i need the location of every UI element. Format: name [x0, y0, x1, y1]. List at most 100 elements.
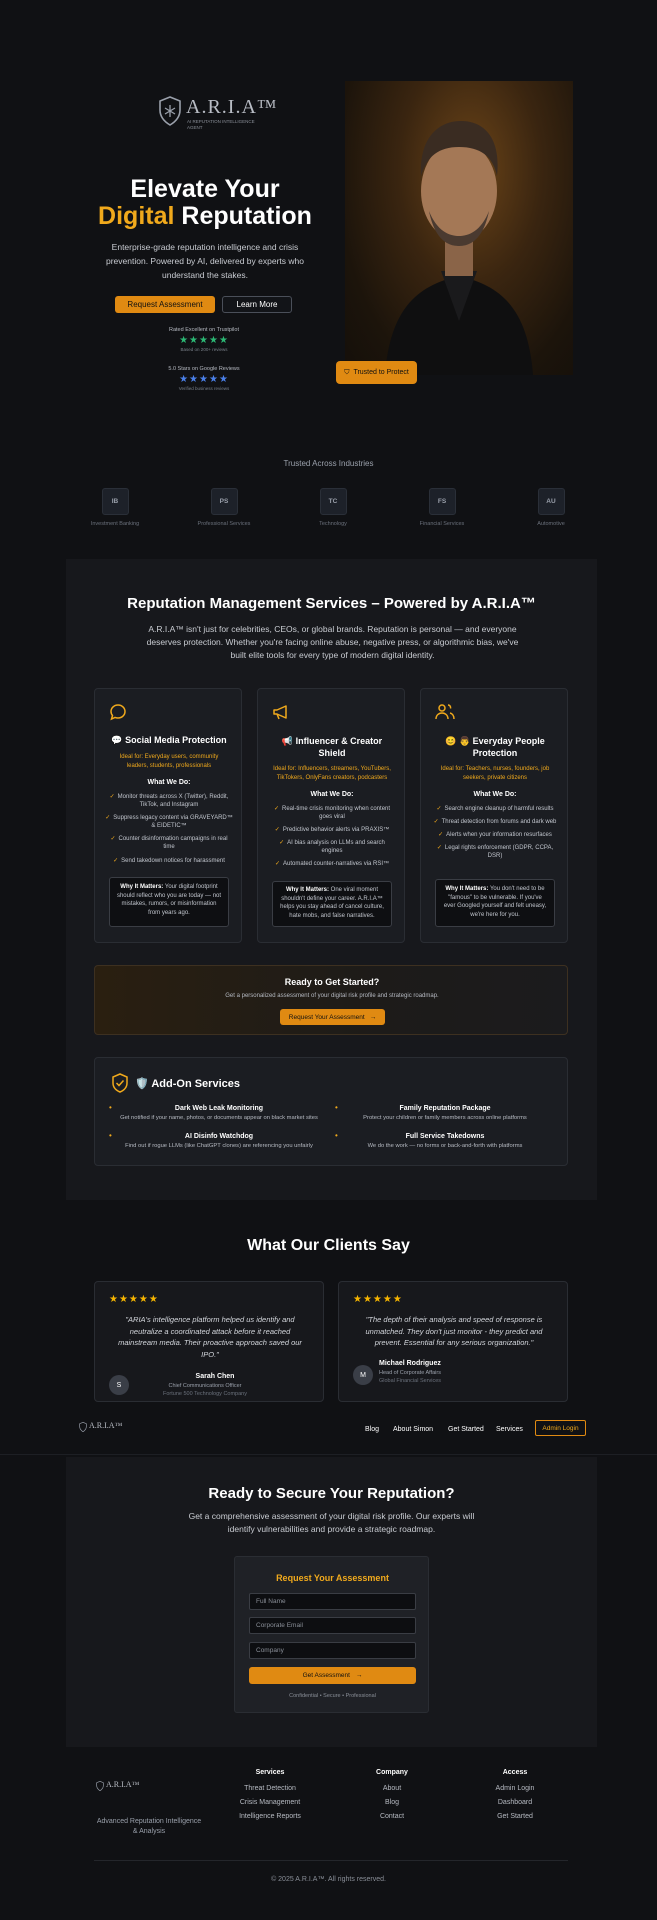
avatar: S — [109, 1375, 129, 1395]
services-title: Reputation Management Services – Powered… — [127, 595, 536, 612]
shield-logo-icon — [96, 1781, 104, 1791]
learn-more-button[interactable]: Learn More — [222, 296, 292, 313]
footer-tagline: Advanced Reputation Intelligence & Analy… — [96, 1818, 202, 1835]
navbar-logo-text: A.R.I.A™ — [89, 1421, 123, 1430]
nav-link-blog[interactable]: Blog — [365, 1426, 379, 1433]
addon-services: 🛡️ Add-On Services • Dark Web Leak Monit… — [94, 1057, 568, 1166]
corporate-email-input[interactable]: Corporate Email — [249, 1617, 416, 1634]
industry-label: Financial Services — [419, 521, 465, 527]
company-input[interactable]: Company — [249, 1642, 416, 1659]
nav-link-services[interactable]: Services — [496, 1426, 523, 1433]
megaphone-icon — [273, 705, 287, 720]
admin-login-button[interactable]: Admin Login — [535, 1420, 586, 1436]
hero-title-gold: Digital — [98, 202, 175, 230]
why-box: Why It Matters: Your digital footprint s… — [109, 877, 229, 927]
arrow-right-icon: → — [355, 1672, 363, 1679]
industry-badge: TC — [319, 488, 347, 515]
footer-link[interactable]: Admin Login — [475, 1785, 555, 1792]
trusted-badge-label: Trusted to Protect — [353, 369, 409, 376]
get-assessment-button[interactable]: Get Assessment → — [249, 1667, 416, 1684]
testimonials-title: What Our Clients Say — [247, 1237, 410, 1254]
testimonial-quote: "The depth of their analysis and speed o… — [365, 1315, 543, 1347]
reviewer-role: Chief Communications Officer — [168, 1383, 242, 1389]
card-ideal: Ideal for: Everyday users, community lea… — [119, 754, 219, 769]
google-rating: 5.0 Stars on Google Reviews ★★★★★ Verifi… — [145, 366, 263, 391]
industry-badge: IB — [101, 488, 129, 515]
bullet-icon: • — [109, 1131, 112, 1140]
footer-link[interactable]: Get Started — [475, 1813, 555, 1820]
reviewer-role: Head of Corporate Affairs — [379, 1370, 441, 1376]
footer-col-services: Services Threat Detection Crisis Managem… — [230, 1769, 310, 1820]
rating-stars: ★★★★★ — [353, 1294, 403, 1305]
get-started-cta: Ready to Get Started? Get a personalized… — [94, 965, 568, 1035]
footer-logo[interactable]: A.R.I.A™ — [96, 1780, 146, 1797]
arrow-right-icon: → — [369, 1013, 377, 1021]
google-stars: ★★★★★ — [179, 374, 229, 385]
list-item: ✓ Automated counter-narratives via RSI™ — [274, 861, 390, 868]
testimonial-quote: "ARIA's intelligence platform helped us … — [118, 1315, 302, 1359]
testimonial-card: ★★★★★ "ARIA's intelligence platform help… — [94, 1281, 324, 1402]
footer-link[interactable]: Contact — [352, 1813, 432, 1820]
logo-tagline: AI REPUTATION INTELLIGENCE AGENT — [187, 119, 255, 130]
trustpilot-rating: Rated Excellent on Trustpilot ★★★★★ Base… — [145, 327, 263, 352]
bullet-icon: • — [335, 1103, 338, 1112]
trusted-badge: ⛉ Trusted to Protect — [336, 361, 417, 384]
google-label: 5.0 Stars on Google Reviews — [168, 366, 240, 372]
avatar: M — [353, 1365, 373, 1385]
shield-check-icon — [112, 1073, 128, 1093]
request-your-assessment-button[interactable]: Request Your Assessment → — [280, 1009, 385, 1025]
reviewer-company: Fortune 500 Technology Company — [163, 1391, 247, 1397]
industry-item: PS Professional Services — [184, 488, 264, 533]
industry-item: FS Financial Services — [402, 488, 482, 533]
footer-divider — [94, 1860, 568, 1861]
addon-item: • Family Reputation Package Protect your… — [335, 1103, 527, 1121]
footer-link[interactable]: Dashboard — [475, 1799, 555, 1806]
google-note: Verified business reviews — [178, 386, 230, 391]
navbar-logo[interactable]: A.R.I.A™ — [79, 1421, 123, 1437]
industry-item: TC Technology — [293, 488, 373, 533]
service-card-influencer: 📢 Influencer & Creator Shield Ideal for:… — [257, 688, 405, 943]
logo-text: A.R.I.A™ — [186, 96, 278, 118]
what-we-do-label: What We Do: — [473, 791, 517, 798]
industry-label: Technology — [319, 521, 347, 527]
trustpilot-note: Based on 200+ reviews — [180, 347, 228, 352]
nav-link-about[interactable]: About Simon — [393, 1426, 433, 1433]
services-intro: A.R.I.A™ isn't just for celebrities, CEO… — [146, 624, 519, 660]
nav-link-get-started[interactable]: Get Started — [448, 1426, 484, 1433]
list-item: ✓ Legal rights enforcement (GDPR, CCPA, D… — [436, 845, 554, 860]
footer-link[interactable]: Crisis Management — [230, 1799, 310, 1806]
what-we-do-label: What We Do: — [310, 791, 354, 798]
form-title: Request Your Assessment — [276, 1573, 389, 1583]
industry-badge: FS — [428, 488, 456, 515]
navbar: A.R.I.A™ Blog About Simon Get Started Se… — [0, 1403, 657, 1455]
footer-link[interactable]: Blog — [352, 1799, 432, 1806]
industry-item: IB Investment Banking — [75, 488, 155, 533]
trustpilot-label: Rated Excellent on Trustpilot — [168, 327, 239, 333]
request-assessment-button[interactable]: Request Assessment — [115, 296, 215, 313]
list-item: ✓ Send takedown notices for harassment — [113, 857, 225, 864]
why-box: Why It Matters: One viral moment shouldn… — [272, 881, 392, 927]
industry-badge: PS — [210, 488, 238, 515]
footer-link[interactable]: About — [352, 1785, 432, 1792]
footer-link[interactable]: Intelligence Reports — [230, 1813, 310, 1820]
users-icon — [435, 704, 455, 720]
rating-stars: ★★★★★ — [109, 1294, 159, 1305]
hero-logo[interactable]: A.R.I.A™ AI REPUTATION INTELLIGENCE AGEN… — [158, 94, 277, 132]
addon-item: • Dark Web Leak Monitoring Get notified … — [109, 1103, 318, 1121]
list-item: ✓ AI bias analysis on LLMs and search eng… — [279, 840, 385, 855]
bullet-icon: • — [109, 1103, 112, 1112]
shield-logo-icon — [79, 1422, 87, 1432]
full-name-input[interactable]: Full Name — [249, 1593, 416, 1610]
footer-logo-text: A.R.I.A™ — [106, 1780, 140, 1789]
card-list: ✓ Real-time crisis monitoring when conten… — [268, 805, 396, 869]
hero-title: Elevate Your Digital Reputation — [70, 176, 340, 230]
footer-link[interactable]: Threat Detection — [230, 1785, 310, 1792]
reviewer-name: Michael Rodriguez — [379, 1360, 441, 1367]
cta-title: Ready to Get Started? — [284, 977, 380, 987]
card-title: 😊 👨 Everyday People Protection — [445, 736, 545, 758]
card-list: ✓ Search engine cleanup of harmful result… — [431, 805, 559, 860]
form-note: Confidential • Secure • Professional — [289, 1693, 376, 1699]
reviewer-name: Sarah Chen — [195, 1373, 235, 1380]
service-card-social: 💬 Social Media Protection Ideal for: Eve… — [94, 688, 242, 943]
bullet-icon: • — [335, 1131, 338, 1140]
